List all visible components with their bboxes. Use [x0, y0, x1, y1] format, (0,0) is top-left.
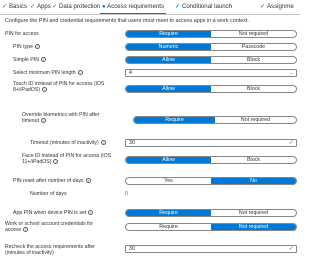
- timeout-label: Timeout (minutes of inactivity) i: [30, 140, 106, 146]
- app-pin-not-required-option[interactable]: Not required: [211, 210, 296, 216]
- face-id-label: Face ID instead of PIN for access (iOS 1…: [22, 153, 112, 166]
- override-biometrics-toggle: Require Not required: [133, 116, 297, 124]
- recheck-label: Recheck the access requirements after (m…: [5, 244, 95, 257]
- pin-reset-no-option[interactable]: No: [211, 178, 296, 184]
- page-description: Configure the PIN and credential require…: [5, 18, 249, 24]
- pin-reset-label: PIN reset after number of days i: [13, 178, 91, 184]
- tab-conditional-launch[interactable]: ✓ Conditional launch: [175, 2, 232, 14]
- work-creds-require-option[interactable]: Require: [126, 224, 211, 230]
- tab-basics[interactable]: ✓ Basics: [2, 2, 27, 14]
- valid-check-icon: ✓: [288, 246, 294, 252]
- simple-pin-allow-option[interactable]: Allow: [126, 57, 211, 63]
- info-icon[interactable]: i: [40, 57, 46, 62]
- check-icon: ✓: [2, 3, 8, 10]
- app-pin-toggle: Require Not required: [125, 209, 297, 217]
- pin-reset-toggle: Yes No: [125, 177, 297, 185]
- pin-access-not-required-option[interactable]: Not required: [211, 31, 296, 37]
- info-icon[interactable]: i: [85, 178, 91, 183]
- face-id-toggle: Allow Block: [125, 156, 297, 164]
- info-icon[interactable]: i: [41, 118, 47, 124]
- touch-id-allow-option[interactable]: Allow: [126, 86, 211, 92]
- pin-type-toggle: Numeric Passcode: [125, 43, 297, 51]
- pin-type-passcode-option[interactable]: Passcode: [211, 44, 296, 50]
- override-biometrics-label: Override biometrics with PIN after timeo…: [22, 112, 100, 125]
- chevron-down-icon: ⌄: [289, 70, 294, 76]
- tab-access-requirements[interactable]: ● Access requirements: [100, 2, 167, 14]
- app-pin-label: App PIN when device PIN is set i: [13, 210, 94, 216]
- wizard-tab-bar: ✓ Basics ✓ Apps ✓ Data protection ● Access r…: [0, 0, 300, 15]
- face-id-allow-option[interactable]: Allow: [126, 157, 211, 163]
- number-of-days-value: 0: [125, 191, 128, 197]
- min-pin-length-dropdown[interactable]: 4 ⌄: [125, 69, 297, 77]
- work-credentials-label: Work or school account credentials for a…: [5, 221, 94, 234]
- simple-pin-toggle: Allow Block: [125, 56, 297, 64]
- info-icon[interactable]: i: [23, 227, 29, 233]
- info-icon[interactable]: i: [53, 159, 59, 165]
- app-pin-require-option[interactable]: Require: [126, 210, 211, 216]
- override-not-required-option[interactable]: Not required: [215, 117, 296, 123]
- pin-type-numeric-option[interactable]: Numeric: [126, 44, 211, 50]
- tab-apps[interactable]: ✓ Apps: [30, 2, 51, 14]
- step-dot-icon: ●: [102, 4, 106, 10]
- info-icon[interactable]: i: [41, 87, 47, 93]
- valid-check-icon: ✓: [288, 140, 294, 146]
- check-icon: ✓: [175, 3, 181, 10]
- simple-pin-block-option[interactable]: Block: [211, 57, 296, 63]
- number-of-days-label: Number of days: [30, 191, 67, 197]
- pin-reset-yes-option[interactable]: Yes: [126, 178, 211, 184]
- simple-pin-label: Simple PIN i: [13, 57, 46, 63]
- override-require-option[interactable]: Require: [134, 117, 215, 123]
- pin-access-toggle: Require Not required: [125, 30, 297, 38]
- recheck-input[interactable]: 30 ✓: [125, 245, 297, 253]
- timeout-input[interactable]: 30 ✓: [125, 139, 297, 147]
- pin-access-label: PIN for access: [5, 31, 39, 37]
- touch-id-block-option[interactable]: Block: [211, 86, 296, 92]
- info-icon[interactable]: i: [88, 210, 94, 215]
- pin-type-label: PIN type i: [13, 44, 40, 50]
- tab-assignments[interactable]: ✓ Assignme: [260, 2, 294, 14]
- check-icon: ✓: [52, 3, 58, 10]
- work-creds-not-required-option[interactable]: Not required: [211, 224, 296, 230]
- info-icon[interactable]: i: [77, 70, 83, 75]
- check-icon: ✓: [30, 3, 36, 10]
- info-icon[interactable]: i: [34, 44, 40, 49]
- face-id-block-option[interactable]: Block: [211, 157, 296, 163]
- min-pin-length-label: Select minimum PIN length i: [13, 70, 83, 76]
- pin-access-require-option[interactable]: Require: [126, 31, 211, 37]
- work-credentials-toggle: Require Not required: [125, 223, 297, 231]
- info-icon[interactable]: i: [100, 140, 106, 145]
- check-icon: ✓: [260, 3, 266, 10]
- touch-id-label: Touch ID instead of PIN for access (iOS …: [13, 81, 105, 94]
- tab-data-protection[interactable]: ✓ Data protection: [52, 2, 100, 14]
- touch-id-toggle: Allow Block: [125, 85, 297, 93]
